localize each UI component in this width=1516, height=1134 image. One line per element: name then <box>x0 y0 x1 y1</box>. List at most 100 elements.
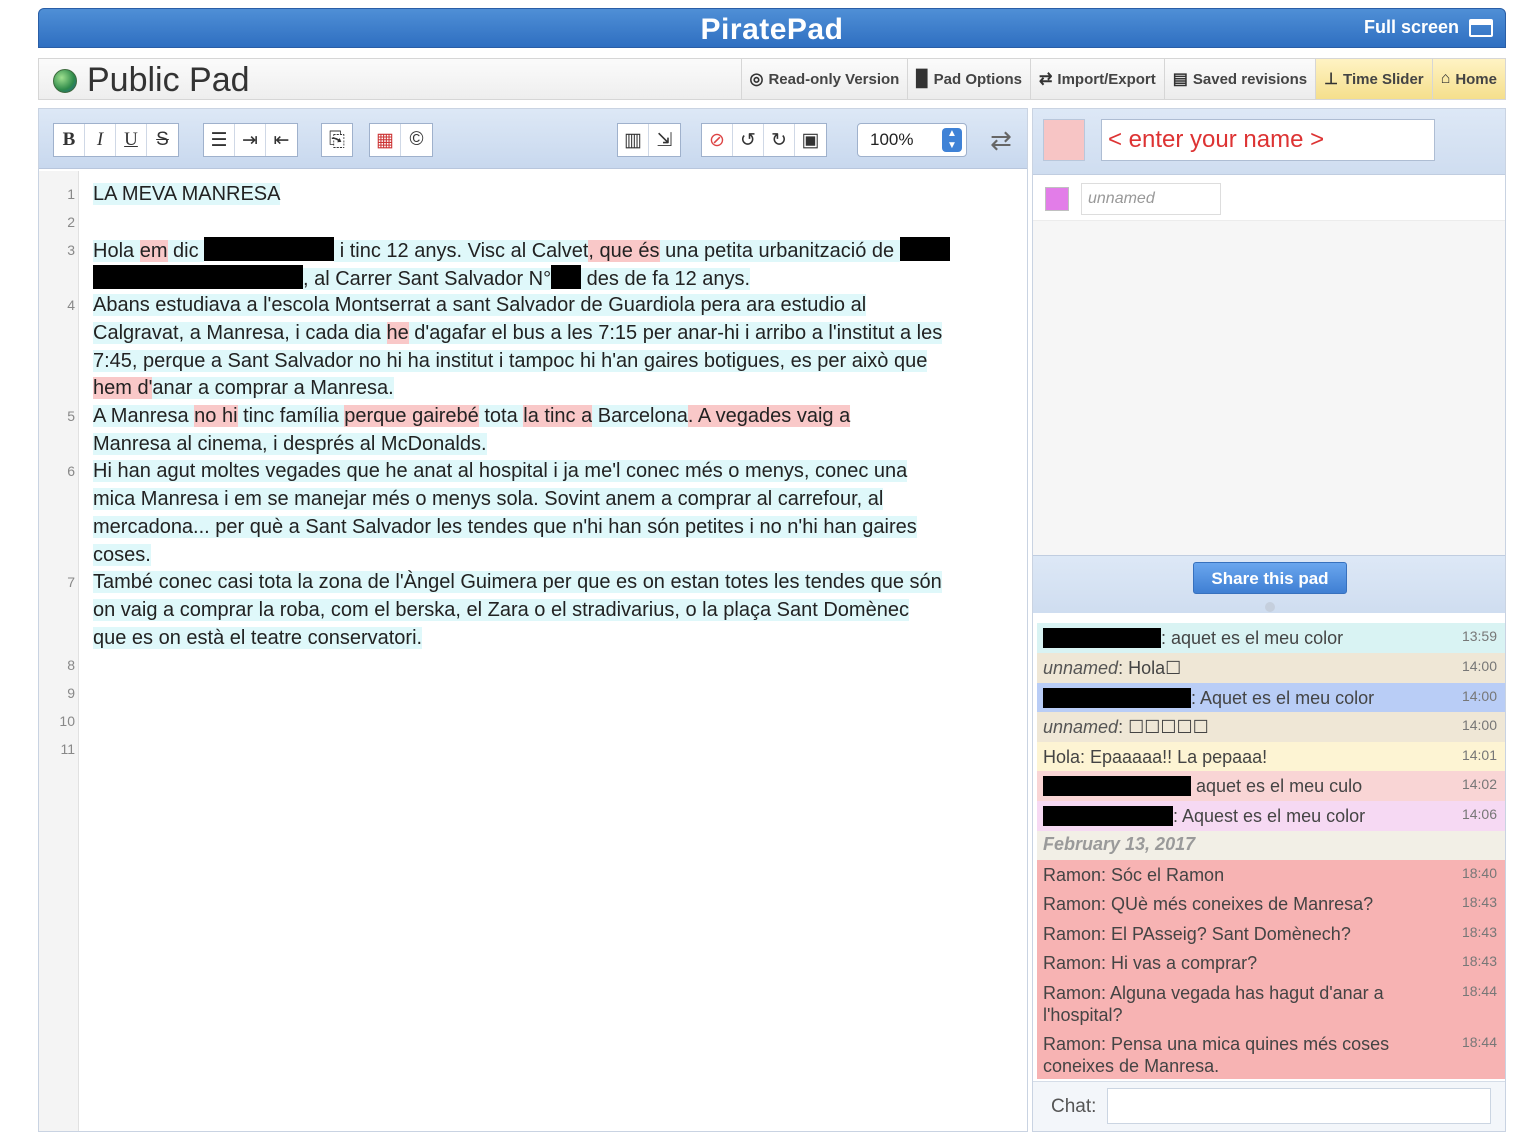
my-color-swatch[interactable] <box>1043 119 1085 161</box>
import-icon[interactable]: ⇲ <box>649 124 680 156</box>
save-icon[interactable]: ▣ <box>795 124 826 156</box>
home-label: Home <box>1455 70 1497 88</box>
doc-line-7b: on vaig a comprar la roba, com el berska… <box>93 597 1013 625</box>
text-run: una petita urbanització de <box>659 240 900 262</box>
chat-text: Ramon: Pensa una mica quines més coses c… <box>1043 1034 1390 1076</box>
swap-icon[interactable]: ⇄ <box>983 123 1019 157</box>
doc-icon[interactable]: ▥ <box>618 124 649 156</box>
user-color-swatch <box>1045 187 1069 211</box>
eye-icon: ◎ <box>749 71 764 88</box>
italic-button[interactable]: I <box>85 124 116 156</box>
pad-options-label: Pad Options <box>933 70 1022 88</box>
text-run: 7:45, perque a Sant Salvador no hi ha in… <box>93 350 928 372</box>
line-number: 4 <box>67 297 75 313</box>
chat-message: unnamed: Hola☐ 14:00 <box>1037 653 1505 683</box>
user-list-area <box>1033 221 1505 555</box>
window-icon <box>1469 18 1493 37</box>
redo-icon[interactable]: ↻ <box>764 124 795 156</box>
doc-line-3: Hola em dic i tinc 12 anys. Visc al Calv… <box>93 237 1013 266</box>
text-run: perque gairebé <box>344 405 479 427</box>
chat-text: Ramon: El PAsseig? Sant Domènech? <box>1043 924 1351 944</box>
line-number: 8 <box>67 657 75 673</box>
save-icon: ▤ <box>1172 71 1188 88</box>
user-row: unnamed <box>1033 179 1505 221</box>
chat-time: 14:00 <box>1461 717 1497 733</box>
chat-text: Hola: Epaaaaa!! La pepaaa! <box>1043 747 1268 767</box>
chat-time: 14:01 <box>1461 747 1497 763</box>
history-group: ⊘ ↺ ↻ ▣ <box>701 123 827 157</box>
text-run: Abans estudiava a l'escola Montserrat a … <box>93 294 867 316</box>
chat-message: Ramon: Hi vas a comprar? 18:43 <box>1037 948 1505 978</box>
text-run: no hi <box>194 405 238 427</box>
chat-time: 14:06 <box>1461 806 1497 822</box>
attachment-icon[interactable]: ⎘ <box>321 123 353 157</box>
clear-authorship-icon[interactable]: ⊘ <box>702 124 733 156</box>
text-run: que es on està el teatre conservatori. <box>93 627 423 649</box>
editor-panel: B I U S ☰ ⇥ ⇤ ⎘ ▦ © ▥ ⇲ ⊘ ↺ ↻ ▣ 100% ▲ ▼ … <box>38 108 1028 1132</box>
redaction <box>551 265 582 289</box>
fullscreen-label: Full screen <box>1363 17 1459 37</box>
chat-text: Ramon: QUè més coneixes de Manresa? <box>1043 894 1374 914</box>
doc-line-1: LA MEVA MANRESA <box>93 181 1013 209</box>
list-group: ☰ ⇥ ⇤ <box>203 123 298 157</box>
chat-message: unnamed: ☐☐☐☐☐ 14:00 <box>1037 712 1505 742</box>
image-icon[interactable]: ▦ <box>370 124 401 156</box>
text-run: Hola <box>93 240 140 262</box>
home-icon: ⌂ <box>1440 70 1451 87</box>
indent-icon[interactable]: ⇥ <box>235 124 266 156</box>
zoom-select[interactable]: 100% ▲ ▼ <box>857 123 967 157</box>
home-button[interactable]: ⌂ Home <box>1431 59 1505 99</box>
resize-grip-icon[interactable] <box>1265 602 1275 612</box>
saved-revisions-button[interactable]: ▤ Saved revisions <box>1163 59 1316 99</box>
chat-message: Ramon: El PAsseig? Sant Domènech? 18:43 <box>1037 919 1505 948</box>
time-slider-label: Time Slider <box>1343 70 1424 88</box>
redaction <box>1043 628 1161 648</box>
doc-line-7: També conec casi tota la zona de l'Àngel… <box>93 569 1013 597</box>
outdent-icon[interactable]: ⇤ <box>266 124 297 156</box>
chat-log: : aquet es el meu color 13:59 unnamed: H… <box>1033 623 1505 1079</box>
chat-input-label: Chat: <box>1051 1096 1097 1117</box>
time-slider-button[interactable]: ⊥ Time Slider <box>1315 59 1432 99</box>
chat-message: Ramon: Sóc el Ramon 18:40 <box>1037 860 1505 889</box>
underline-button[interactable]: U <box>116 124 147 156</box>
redaction <box>1043 776 1191 796</box>
read-only-button[interactable]: ◎ Read-only Version <box>740 59 908 99</box>
redaction <box>204 237 335 261</box>
line-number: 3 <box>67 242 75 258</box>
share-pad-button[interactable]: Share this pad <box>1193 562 1347 594</box>
line-number: 11 <box>60 741 75 757</box>
pad-options-button[interactable]: ▉ Pad Options <box>907 59 1030 99</box>
chat-author: unnamed <box>1043 658 1119 678</box>
saved-revisions-label: Saved revisions <box>1192 70 1308 88</box>
slider-icon: ⊥ <box>1324 71 1339 88</box>
bullet-list-icon[interactable]: ☰ <box>204 124 235 156</box>
document-icon: ▉ <box>916 71 929 88</box>
text-run: Calgravat, a Manresa, i cada dia <box>93 322 387 344</box>
arrows-icon: ⇄ <box>1039 71 1053 88</box>
pad-title: Public Pad <box>53 61 250 100</box>
import-export-button[interactable]: ⇄ Import/Export <box>1030 59 1164 99</box>
line-number: 5 <box>67 408 75 424</box>
text-run: d'agafar el bus a les 7:15 per anar-hi i… <box>408 322 943 344</box>
chat-time: 18:43 <box>1461 953 1497 969</box>
chat-time: 18:43 <box>1461 924 1497 940</box>
doc-line-4b: Calgravat, a Manresa, i cada dia he d'ag… <box>93 320 1013 348</box>
chat-text: : Aquet es el meu color <box>1191 688 1375 708</box>
bold-button[interactable]: B <box>54 124 85 156</box>
line-number: 6 <box>67 463 75 479</box>
fullscreen-button[interactable]: Full screen <box>1364 17 1493 38</box>
my-user-bar: < enter your name > <box>1033 109 1505 175</box>
text-run: Manresa al cinema, i després al McDonald… <box>93 433 487 455</box>
pad-nav: ◎ Read-only Version ▉ Pad Options ⇄ Import/… <box>740 59 1505 99</box>
undo-icon[interactable]: ↺ <box>733 124 764 156</box>
chat-input[interactable] <box>1107 1088 1491 1124</box>
chat-text: Ramon: Sóc el Ramon <box>1043 865 1225 885</box>
copyright-icon[interactable]: © <box>401 124 432 156</box>
text-run: Barcelona <box>592 405 688 427</box>
text-run: on vaig a comprar la roba, com el berska… <box>93 599 909 621</box>
text-run: em <box>139 240 168 262</box>
strikethrough-button[interactable]: S <box>147 124 178 156</box>
name-input[interactable]: < enter your name > <box>1101 119 1435 161</box>
chat-message: Ramon: Alguna vegada has hagut d'anar a … <box>1037 978 1505 1029</box>
user-name-field[interactable]: unnamed <box>1081 183 1221 215</box>
